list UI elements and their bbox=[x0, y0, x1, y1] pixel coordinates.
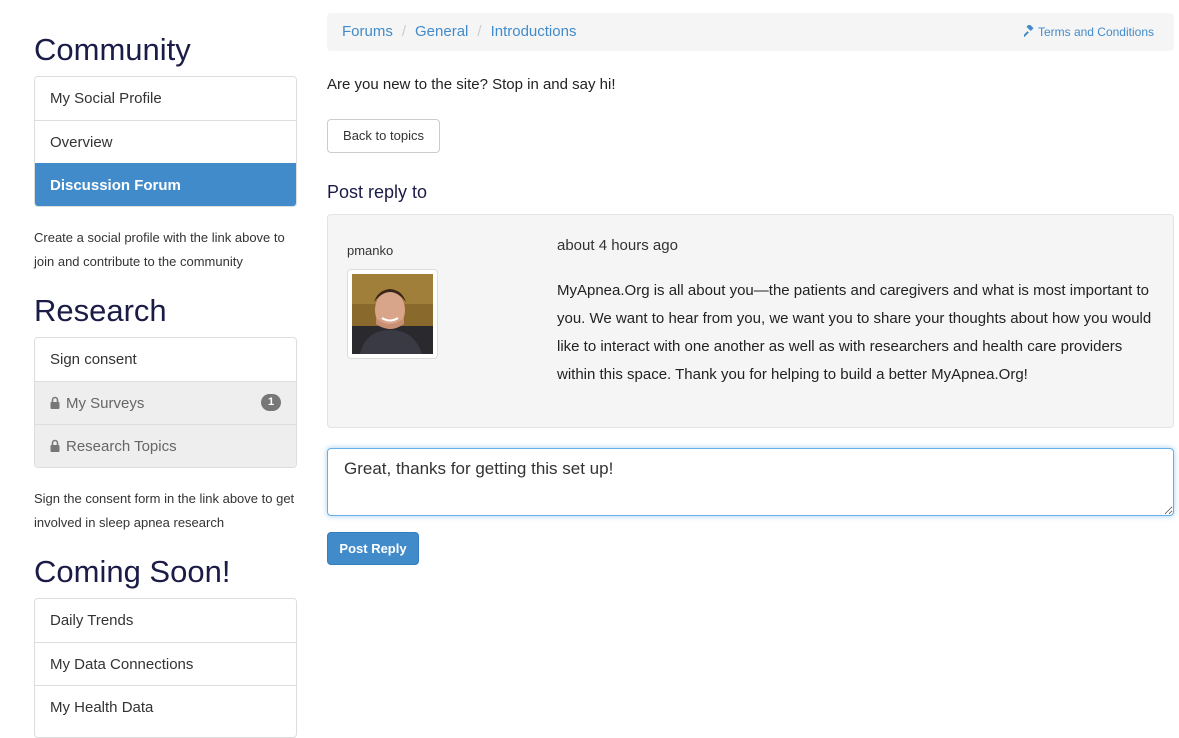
coming-soon-menu: Daily Trends My Data Connections My Heal… bbox=[34, 598, 297, 738]
survey-count-badge: 1 bbox=[261, 394, 281, 411]
forum-description: Are you new to the site? Stop in and say… bbox=[327, 76, 616, 93]
breadcrumb-separator: / bbox=[477, 23, 482, 40]
breadcrumb-forums[interactable]: Forums bbox=[342, 23, 393, 40]
post-reply-button[interactable]: Post Reply bbox=[327, 532, 419, 565]
original-post: pmanko about 4 hours ago MyApnea.Org is … bbox=[327, 214, 1174, 428]
post-timestamp: about 4 hours ago bbox=[557, 237, 678, 254]
terms-link[interactable]: Terms and Conditions bbox=[1022, 13, 1154, 51]
sidebar-item-discussion-forum[interactable]: Discussion Forum bbox=[35, 163, 296, 206]
research-menu: Sign consent My Surveys 1 Research Topic… bbox=[34, 337, 297, 468]
sidebar-item-daily-trends[interactable]: Daily Trends bbox=[35, 599, 296, 642]
post-reply-heading: Post reply to bbox=[327, 182, 428, 202]
lock-icon bbox=[50, 426, 60, 452]
sidebar-item-my-surveys[interactable]: My Surveys 1 bbox=[35, 381, 296, 424]
gavel-icon bbox=[1022, 14, 1036, 38]
terms-label: Terms and Conditions bbox=[1037, 25, 1154, 39]
sidebar-item-my-health-data[interactable]: My Health Data bbox=[35, 685, 296, 728]
sidebar-item-sign-consent[interactable]: Sign consent bbox=[35, 338, 296, 381]
research-heading: Research bbox=[34, 293, 167, 328]
breadcrumb-separator: / bbox=[401, 23, 407, 40]
breadcrumb-general[interactable]: General bbox=[415, 23, 468, 40]
community-menu: My Social Profile Overview Discussion Fo… bbox=[34, 76, 297, 207]
coming-soon-heading: Coming Soon! bbox=[34, 554, 231, 589]
sidebar-item-my-social-profile[interactable]: My Social Profile bbox=[35, 77, 296, 120]
community-heading: Community bbox=[34, 32, 191, 67]
back-to-topics-button[interactable]: Back to topics bbox=[327, 119, 440, 153]
sidebar-item-overview[interactable]: Overview bbox=[35, 120, 296, 163]
post-body: MyApnea.Org is all about you—the patient… bbox=[557, 282, 1152, 383]
sidebar-item-my-data-connections[interactable]: My Data Connections bbox=[35, 642, 296, 685]
sidebar-item-label: My Surveys bbox=[66, 395, 145, 412]
avatar bbox=[347, 269, 438, 359]
reply-textarea[interactable]: Great, thanks for getting this set up! bbox=[327, 448, 1174, 516]
sidebar-item-research-topics[interactable]: Research Topics bbox=[35, 424, 296, 467]
community-note: Create a social profile with the link ab… bbox=[34, 230, 285, 269]
lock-icon bbox=[50, 383, 60, 409]
post-author[interactable]: pmanko bbox=[347, 243, 393, 258]
sidebar-item-label: Research Topics bbox=[66, 438, 177, 455]
breadcrumb-introductions[interactable]: Introductions bbox=[491, 23, 577, 40]
research-note: Sign the consent form in the link above … bbox=[34, 491, 295, 530]
breadcrumb: Forums / General / Introductions Terms and C… bbox=[327, 13, 1174, 51]
